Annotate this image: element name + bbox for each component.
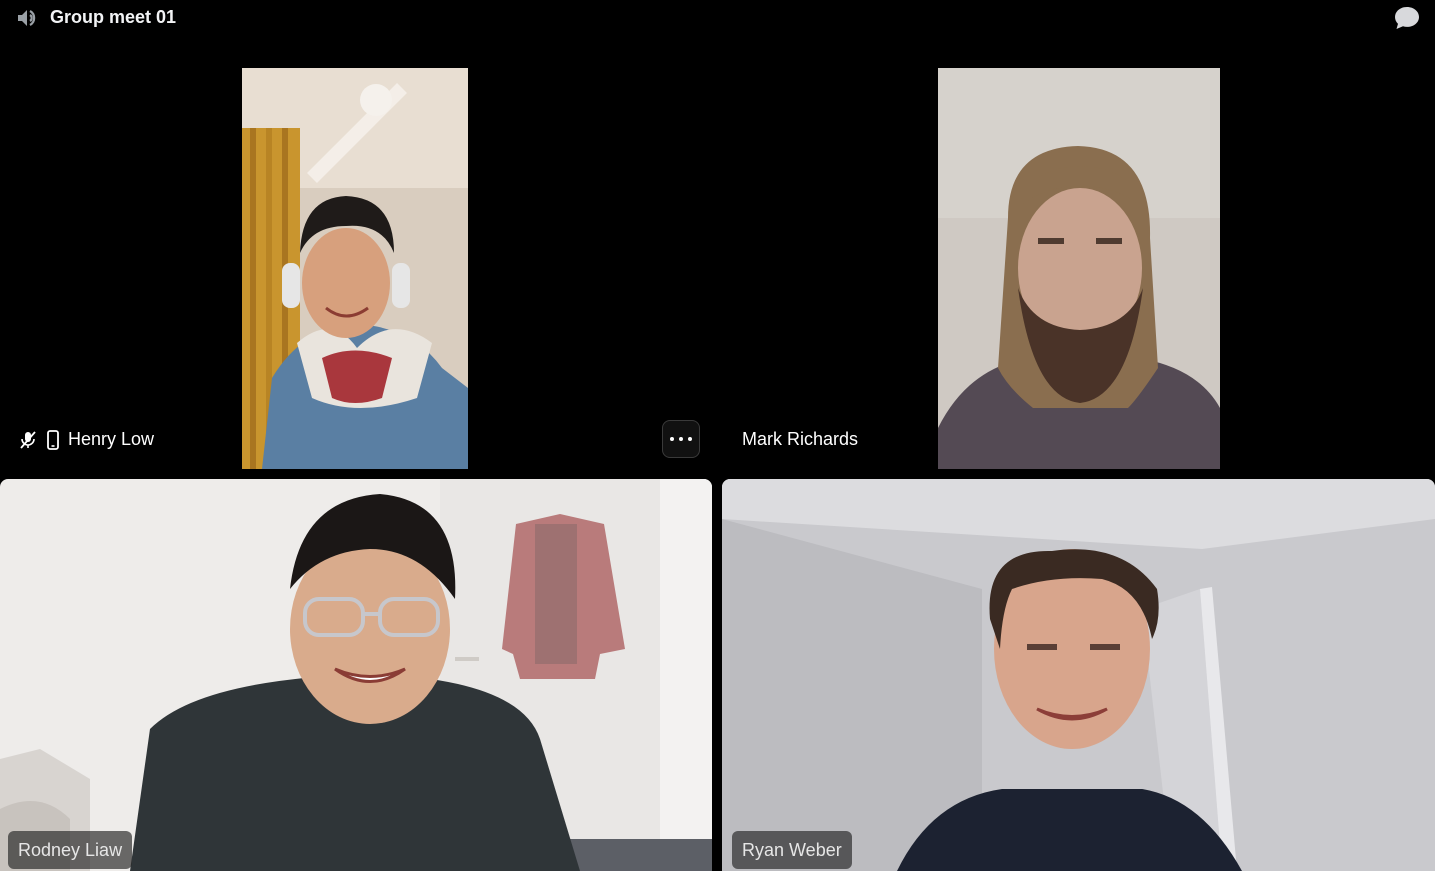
more-options-icon[interactable] [662,420,700,458]
channel-title: Group meet 01 [50,7,177,27]
voice-channel-icon [16,6,40,30]
mic-muted-icon [18,430,38,450]
participant-tile-henry[interactable]: Henry Low [0,36,712,471]
participant-name: Rodney Liaw [8,831,133,869]
participant-tile-rodney[interactable]: Rodney Liaw [0,479,712,871]
video-feed-henry [242,68,468,469]
video-feed-rodney [0,479,712,871]
participant-tile-mark[interactable]: Mark Richards [722,36,1435,471]
participant-name: Mark Richards [742,429,859,449]
video-feed-ryan [722,479,1435,871]
participant-name: Ryan Weber [732,831,852,869]
participant-name: Henry Low [68,429,155,449]
video-feed-mark [938,68,1220,469]
chat-bubble-icon[interactable] [1393,5,1421,31]
call-header: Group meet 01 [0,0,1435,36]
mobile-phone-icon [46,430,60,450]
voice-call-window: Group meet 01 Henry Low Mark Richards Ro… [0,0,1435,871]
participant-tile-ryan[interactable]: Ryan Weber [722,479,1435,871]
